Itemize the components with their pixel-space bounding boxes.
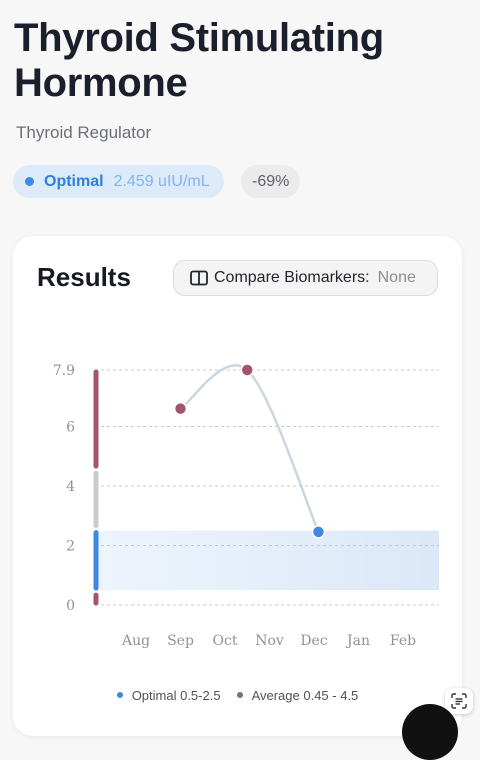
legend-item: Average 0.45 - 4.5 <box>236 687 359 703</box>
page-title: Thyroid Stimulating Hormone <box>14 16 384 105</box>
scan-button[interactable] <box>445 688 473 714</box>
results-chart: 0 2 4 6 7.9 Aug Sep Oct Nov Dec Jan Feb <box>53 363 439 649</box>
status-label: Optimal <box>44 172 104 190</box>
x-tick-label: Jan <box>345 633 370 649</box>
optimal-range-band <box>96 530 439 591</box>
legend-label: Average 0.45 - 4.5 <box>251 687 359 703</box>
status-value: 2.459 uIU/mL <box>113 172 210 190</box>
data-point <box>311 525 326 539</box>
y-tick-label: 7.9 <box>53 363 75 379</box>
y-tick-label: 2 <box>66 539 75 555</box>
data-point <box>240 363 254 377</box>
data-point <box>173 401 188 416</box>
status-badge: Optimal 2.459 uIU/mL <box>13 165 224 198</box>
results-card: Results Compare Biomarkers: None 0 2 4 6 7.9… <box>13 236 462 736</box>
legend-dot-icon <box>116 692 123 698</box>
change-badge: -69% <box>241 165 301 198</box>
floating-action-button[interactable] <box>402 704 458 760</box>
x-tick-label: Nov <box>255 633 284 649</box>
legend-item: Optimal 0.5-2.5 <box>116 687 221 703</box>
y-tick-label: 4 <box>66 479 75 495</box>
x-tick-label: Oct <box>213 633 238 649</box>
series-line <box>179 364 320 533</box>
x-tick-label: Dec <box>300 633 328 649</box>
x-tick-label: Sep <box>167 633 194 649</box>
page-subtitle: Thyroid Regulator <box>16 123 152 142</box>
chart-legend: Optimal 0.5-2.5 Average 0.45 - 4.5 <box>13 686 462 703</box>
y-tick-label: 6 <box>66 420 75 436</box>
x-tick-label: Feb <box>390 633 416 649</box>
y-tick-label: 0 <box>66 598 75 614</box>
x-tick-label: Aug <box>121 633 150 649</box>
legend-label: Optimal 0.5-2.5 <box>131 687 221 703</box>
scan-text-icon <box>451 693 467 709</box>
status-dot-icon <box>25 177 34 186</box>
legend-dot-icon <box>236 692 243 698</box>
